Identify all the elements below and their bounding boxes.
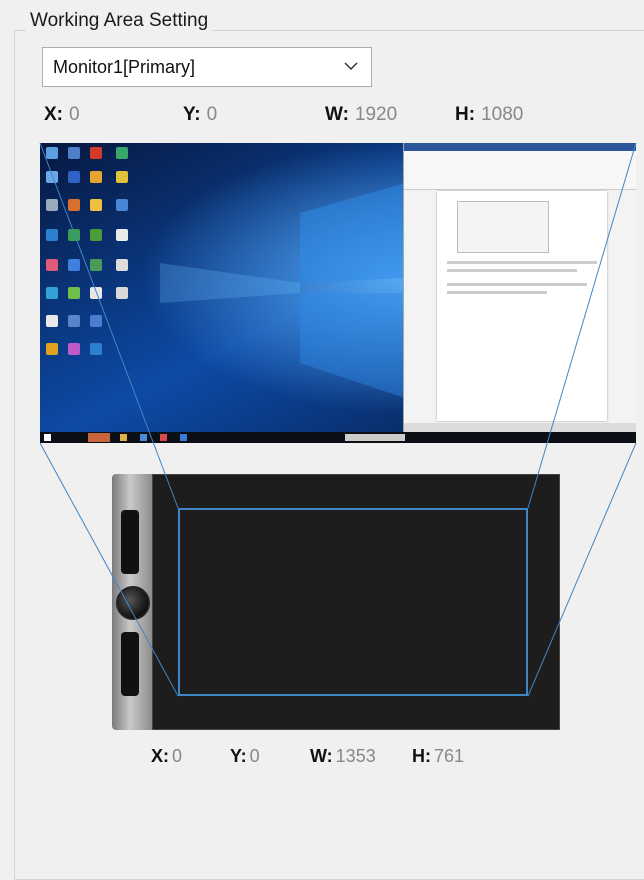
screen-x-value: 0: [69, 104, 80, 125]
taskbar[interactable]: [40, 432, 636, 443]
screen-h-value: 1080: [481, 104, 524, 125]
desktop-icon[interactable]: [68, 171, 80, 183]
desktop-icon[interactable]: [90, 171, 102, 183]
window-ribbon: [404, 151, 636, 190]
tablet-dial: [116, 586, 150, 620]
desktop-icon[interactable]: [68, 229, 80, 241]
chevron-down-icon: [344, 62, 358, 71]
monitor-select[interactable]: Monitor1[Primary]: [42, 47, 372, 87]
tablet-active-area[interactable]: [178, 508, 528, 696]
tablet-x-label: X:: [151, 746, 169, 766]
tablet-y-value: 0: [249, 746, 260, 766]
desktop-icon[interactable]: [68, 343, 80, 355]
screen-h: H: 1080: [455, 104, 523, 126]
screen-y-label: Y:: [183, 104, 201, 125]
tablet-w-label: W:: [310, 746, 333, 766]
screen-y-value: 0: [206, 104, 218, 125]
desktop-icon[interactable]: [46, 229, 58, 241]
screen-preview[interactable]: [40, 143, 636, 443]
screen-x-label: X:: [44, 104, 63, 125]
tablet-w-value: 1353: [335, 746, 376, 766]
desktop-icon[interactable]: [46, 343, 58, 355]
tablet-h: H: 761: [412, 746, 464, 767]
desktop-icon[interactable]: [46, 287, 58, 299]
desktop-icon[interactable]: [68, 199, 80, 211]
desktop-icon[interactable]: [90, 199, 102, 211]
taskbar-app-icon[interactable]: [120, 434, 127, 441]
screen-w: W: 1920: [325, 104, 397, 126]
screen-w-label: W:: [325, 104, 349, 125]
desktop-icon[interactable]: [90, 229, 102, 241]
desktop-icon[interactable]: [46, 199, 58, 211]
screen-w-value: 1920: [354, 104, 398, 125]
tablet-x: X: 0: [151, 746, 182, 767]
desktop-icon[interactable]: [68, 315, 80, 327]
desktop-icon[interactable]: [68, 259, 80, 271]
tablet-y-label: Y:: [230, 746, 247, 766]
express-key-lower: [121, 632, 139, 696]
desktop-icon[interactable]: [116, 199, 128, 211]
taskbar-search-box[interactable]: [345, 434, 405, 441]
tablet-h-value: 761: [434, 746, 465, 766]
screen-y: Y: 0: [183, 104, 217, 126]
group-title: Working Area Setting: [26, 10, 213, 32]
taskbar-app-icon[interactable]: [88, 433, 110, 442]
desktop-icon[interactable]: [46, 147, 58, 159]
desktop-icon[interactable]: [90, 315, 102, 327]
desktop-icon[interactable]: [116, 259, 128, 271]
taskbar-app-icon[interactable]: [140, 434, 147, 441]
tablet-x-value: 0: [172, 746, 183, 766]
desktop-icon[interactable]: [90, 147, 102, 159]
desktop-icon[interactable]: [116, 147, 128, 159]
tablet-w: W: 1353: [310, 746, 376, 767]
desktop-icon[interactable]: [116, 287, 128, 299]
express-key-upper: [121, 510, 139, 574]
start-icon[interactable]: [44, 434, 51, 441]
desktop-icon[interactable]: [46, 315, 58, 327]
desktop-icon[interactable]: [90, 287, 102, 299]
window-titlebar: [404, 143, 636, 151]
screen-h-label: H:: [455, 104, 476, 125]
desktop-icon[interactable]: [46, 259, 58, 271]
desktop-icon[interactable]: [116, 171, 128, 183]
taskbar-app-icon[interactable]: [180, 434, 187, 441]
desktop-icon[interactable]: [68, 287, 80, 299]
desktop-icon[interactable]: [68, 147, 80, 159]
window-statusbar: [404, 423, 636, 432]
taskbar-app-icon[interactable]: [160, 434, 167, 441]
document-window[interactable]: [403, 143, 636, 432]
tablet-y: Y: 0: [230, 746, 260, 767]
tablet-h-label: H:: [412, 746, 431, 766]
desktop-icon[interactable]: [116, 229, 128, 241]
document-page: [437, 191, 607, 421]
desktop-icon[interactable]: [46, 171, 58, 183]
monitor-select-value: Monitor1[Primary]: [53, 57, 196, 77]
desktop-icon[interactable]: [90, 343, 102, 355]
screen-x: X: 0: [44, 104, 80, 126]
desktop-icon[interactable]: [90, 259, 102, 271]
